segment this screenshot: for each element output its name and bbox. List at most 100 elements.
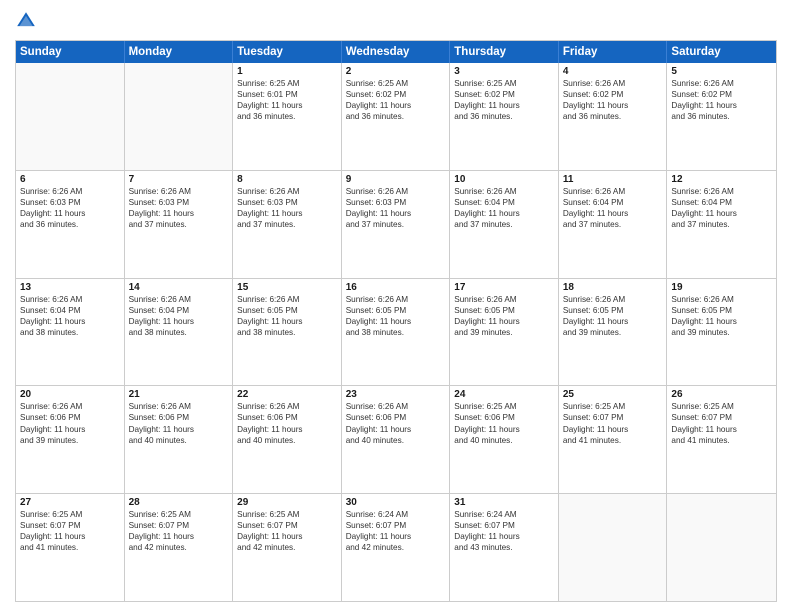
daylight-text-2: and 40 minutes.: [237, 435, 337, 446]
daylight-text-2: and 36 minutes.: [346, 111, 446, 122]
sunrise-text: Sunrise: 6:26 AM: [346, 294, 446, 305]
daylight-text-1: Daylight: 11 hours: [454, 100, 554, 111]
day-number: 14: [129, 282, 229, 293]
day-number: 12: [671, 174, 772, 185]
calendar-cell: 15Sunrise: 6:26 AMSunset: 6:05 PMDayligh…: [233, 279, 342, 386]
day-number: 22: [237, 389, 337, 400]
sunset-text: Sunset: 6:07 PM: [237, 520, 337, 531]
sunrise-text: Sunrise: 6:26 AM: [237, 186, 337, 197]
calendar-cell: [667, 494, 776, 601]
day-number: 11: [563, 174, 663, 185]
sunrise-text: Sunrise: 6:25 AM: [671, 401, 772, 412]
calendar-cell: 21Sunrise: 6:26 AMSunset: 6:06 PMDayligh…: [125, 386, 234, 493]
calendar-week-3: 13Sunrise: 6:26 AMSunset: 6:04 PMDayligh…: [16, 279, 776, 387]
sunset-text: Sunset: 6:06 PM: [237, 412, 337, 423]
sunrise-text: Sunrise: 6:26 AM: [129, 294, 229, 305]
daylight-text-1: Daylight: 11 hours: [563, 208, 663, 219]
daylight-text-1: Daylight: 11 hours: [129, 316, 229, 327]
sunset-text: Sunset: 6:01 PM: [237, 89, 337, 100]
calendar-cell: 12Sunrise: 6:26 AMSunset: 6:04 PMDayligh…: [667, 171, 776, 278]
daylight-text-1: Daylight: 11 hours: [237, 208, 337, 219]
day-number: 6: [20, 174, 120, 185]
day-number: 15: [237, 282, 337, 293]
day-number: 13: [20, 282, 120, 293]
sunset-text: Sunset: 6:03 PM: [237, 197, 337, 208]
weekday-header-thursday: Thursday: [450, 41, 559, 63]
daylight-text-2: and 37 minutes.: [129, 219, 229, 230]
sunrise-text: Sunrise: 6:25 AM: [20, 509, 120, 520]
calendar-week-2: 6Sunrise: 6:26 AMSunset: 6:03 PMDaylight…: [16, 171, 776, 279]
day-number: 4: [563, 66, 663, 77]
sunrise-text: Sunrise: 6:26 AM: [563, 78, 663, 89]
daylight-text-2: and 42 minutes.: [237, 542, 337, 553]
daylight-text-2: and 38 minutes.: [129, 327, 229, 338]
daylight-text-1: Daylight: 11 hours: [671, 100, 772, 111]
daylight-text-2: and 41 minutes.: [671, 435, 772, 446]
daylight-text-1: Daylight: 11 hours: [20, 208, 120, 219]
calendar-cell: 24Sunrise: 6:25 AMSunset: 6:06 PMDayligh…: [450, 386, 559, 493]
daylight-text-2: and 38 minutes.: [237, 327, 337, 338]
day-number: 19: [671, 282, 772, 293]
day-number: 26: [671, 389, 772, 400]
daylight-text-2: and 38 minutes.: [346, 327, 446, 338]
sunset-text: Sunset: 6:04 PM: [563, 197, 663, 208]
calendar-cell: 13Sunrise: 6:26 AMSunset: 6:04 PMDayligh…: [16, 279, 125, 386]
calendar-cell: [559, 494, 668, 601]
sunset-text: Sunset: 6:07 PM: [671, 412, 772, 423]
daylight-text-2: and 39 minutes.: [454, 327, 554, 338]
day-number: 31: [454, 497, 554, 508]
calendar-cell: 20Sunrise: 6:26 AMSunset: 6:06 PMDayligh…: [16, 386, 125, 493]
logo-icon: [15, 10, 37, 32]
daylight-text-1: Daylight: 11 hours: [346, 424, 446, 435]
sunrise-text: Sunrise: 6:26 AM: [671, 78, 772, 89]
sunrise-text: Sunrise: 6:25 AM: [237, 509, 337, 520]
daylight-text-1: Daylight: 11 hours: [237, 316, 337, 327]
day-number: 5: [671, 66, 772, 77]
sunset-text: Sunset: 6:06 PM: [454, 412, 554, 423]
day-number: 7: [129, 174, 229, 185]
daylight-text-2: and 36 minutes.: [671, 111, 772, 122]
daylight-text-2: and 42 minutes.: [129, 542, 229, 553]
sunrise-text: Sunrise: 6:25 AM: [454, 78, 554, 89]
daylight-text-1: Daylight: 11 hours: [129, 531, 229, 542]
day-number: 30: [346, 497, 446, 508]
sunset-text: Sunset: 6:07 PM: [129, 520, 229, 531]
daylight-text-2: and 39 minutes.: [671, 327, 772, 338]
sunset-text: Sunset: 6:02 PM: [671, 89, 772, 100]
calendar-cell: 23Sunrise: 6:26 AMSunset: 6:06 PMDayligh…: [342, 386, 451, 493]
daylight-text-1: Daylight: 11 hours: [346, 531, 446, 542]
day-number: 25: [563, 389, 663, 400]
day-number: 20: [20, 389, 120, 400]
sunset-text: Sunset: 6:05 PM: [563, 305, 663, 316]
logo: [15, 10, 41, 32]
daylight-text-2: and 40 minutes.: [129, 435, 229, 446]
weekday-header-wednesday: Wednesday: [342, 41, 451, 63]
sunset-text: Sunset: 6:02 PM: [346, 89, 446, 100]
calendar-cell: [16, 63, 125, 170]
day-number: 8: [237, 174, 337, 185]
calendar-cell: 3Sunrise: 6:25 AMSunset: 6:02 PMDaylight…: [450, 63, 559, 170]
calendar-cell: 8Sunrise: 6:26 AMSunset: 6:03 PMDaylight…: [233, 171, 342, 278]
sunrise-text: Sunrise: 6:26 AM: [346, 186, 446, 197]
day-number: 29: [237, 497, 337, 508]
calendar-week-5: 27Sunrise: 6:25 AMSunset: 6:07 PMDayligh…: [16, 494, 776, 601]
daylight-text-1: Daylight: 11 hours: [454, 316, 554, 327]
day-number: 10: [454, 174, 554, 185]
sunset-text: Sunset: 6:05 PM: [346, 305, 446, 316]
sunrise-text: Sunrise: 6:26 AM: [237, 401, 337, 412]
calendar-cell: 28Sunrise: 6:25 AMSunset: 6:07 PMDayligh…: [125, 494, 234, 601]
sunrise-text: Sunrise: 6:26 AM: [563, 294, 663, 305]
daylight-text-2: and 41 minutes.: [563, 435, 663, 446]
sunrise-text: Sunrise: 6:24 AM: [346, 509, 446, 520]
calendar-cell: 5Sunrise: 6:26 AMSunset: 6:02 PMDaylight…: [667, 63, 776, 170]
sunrise-text: Sunrise: 6:25 AM: [129, 509, 229, 520]
calendar-cell: 1Sunrise: 6:25 AMSunset: 6:01 PMDaylight…: [233, 63, 342, 170]
sunrise-text: Sunrise: 6:26 AM: [20, 186, 120, 197]
sunset-text: Sunset: 6:04 PM: [129, 305, 229, 316]
sunrise-text: Sunrise: 6:25 AM: [237, 78, 337, 89]
sunset-text: Sunset: 6:05 PM: [671, 305, 772, 316]
calendar-cell: 6Sunrise: 6:26 AMSunset: 6:03 PMDaylight…: [16, 171, 125, 278]
daylight-text-1: Daylight: 11 hours: [671, 424, 772, 435]
calendar-header: SundayMondayTuesdayWednesdayThursdayFrid…: [16, 41, 776, 63]
daylight-text-2: and 41 minutes.: [20, 542, 120, 553]
